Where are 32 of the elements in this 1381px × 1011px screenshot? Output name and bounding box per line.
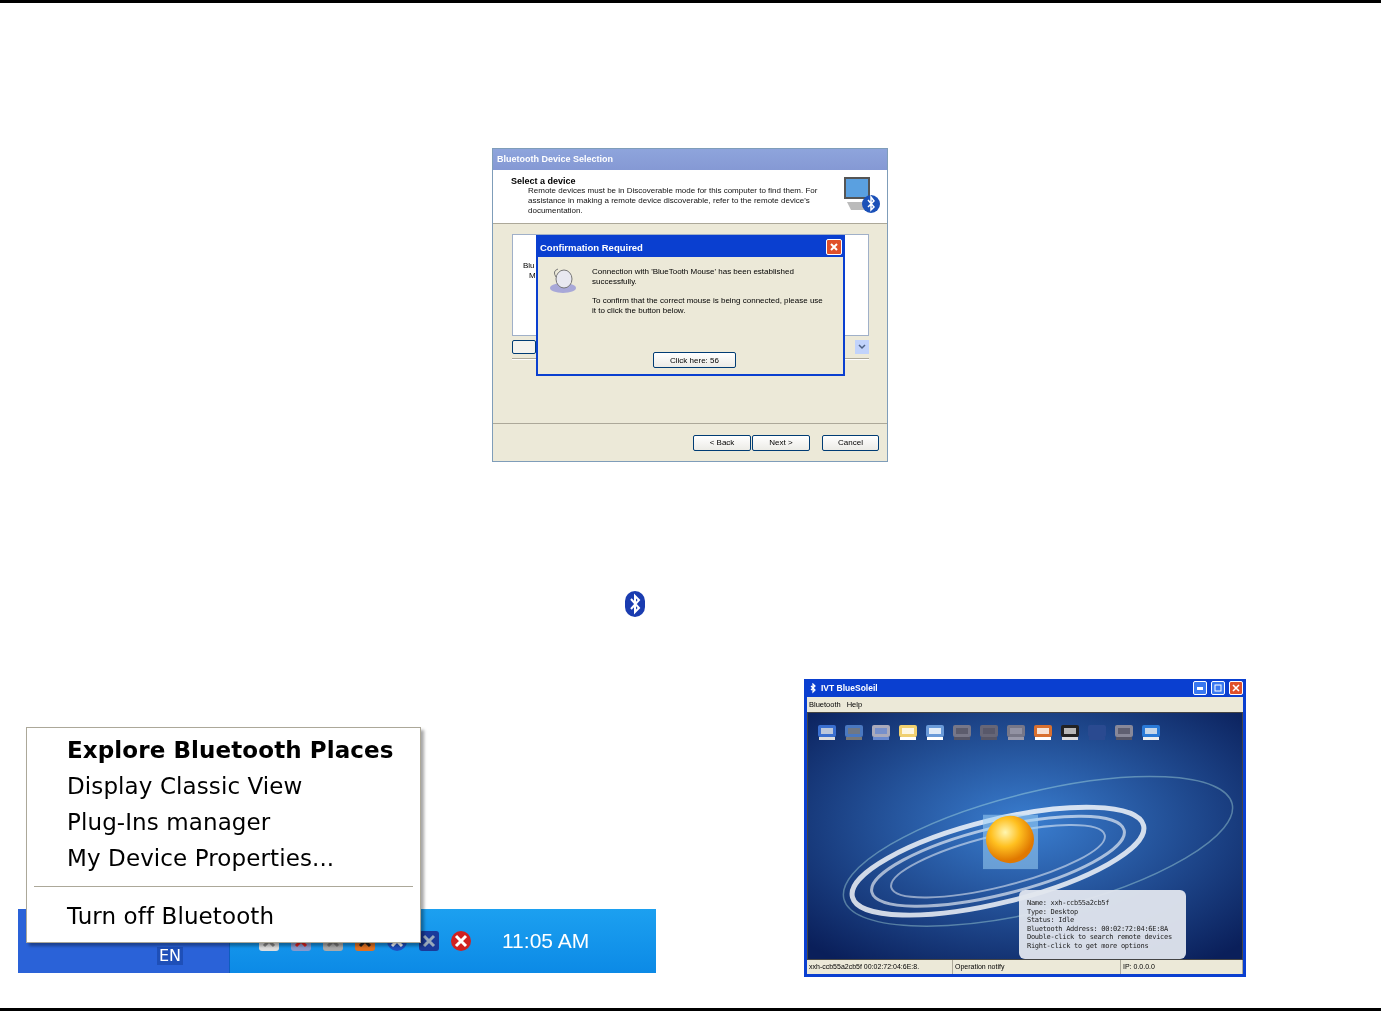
menu-item[interactable]: Turn off Bluetooth (30, 898, 417, 934)
computer-bluetooth-icon (841, 176, 881, 216)
maximize-button[interactable] (1211, 681, 1225, 695)
search-button[interactable] (512, 340, 536, 354)
close-button[interactable] (1229, 681, 1243, 695)
language-indicator[interactable]: EN (156, 947, 183, 965)
menu-item[interactable]: Plug-Ins manager (30, 804, 417, 840)
menu-item[interactable]: My Device Properties... (30, 840, 417, 876)
dialog-title: Confirmation Required (540, 241, 643, 253)
wizard-button[interactable]: < Back (693, 434, 751, 451)
dialog-instruction: To confirm that the correct mouse is being connected, please use it to click the button below. (592, 296, 824, 316)
bluetooth-icon (624, 590, 646, 618)
close-icon (1232, 684, 1240, 692)
wizard-button[interactable]: Cancel (822, 434, 879, 451)
menu-item[interactable]: Display Classic View (30, 768, 417, 804)
close-button[interactable] (826, 239, 842, 255)
dialog-message: Connection with 'BlueTooth Mouse' has been established successfully. (592, 267, 795, 287)
maximize-icon (1214, 684, 1222, 692)
minimize-button[interactable] (1193, 681, 1207, 695)
close-icon (829, 242, 839, 252)
device-label: M (529, 271, 536, 280)
chevron-down-icon (858, 344, 866, 350)
window-title: Bluetooth Device Selection (493, 149, 887, 170)
wizard-heading: Select a device (511, 176, 577, 186)
confirm-button[interactable]: Click here: 56 (653, 352, 736, 368)
wizard-button[interactable]: Next > (752, 434, 810, 451)
bluetooth-icon (809, 682, 817, 694)
minimize-icon (1197, 686, 1203, 690)
menu-item[interactable]: Explore Bluetooth Places (30, 732, 417, 768)
device-label: Blu (523, 261, 535, 270)
wizard-description: Remote devices must be in Discoverable mode for this computer to find them. For assistance in making a remote device discoverable, refer to the remote device's documentation. (528, 186, 819, 216)
window-title: IVT BlueSoleil (821, 683, 879, 693)
